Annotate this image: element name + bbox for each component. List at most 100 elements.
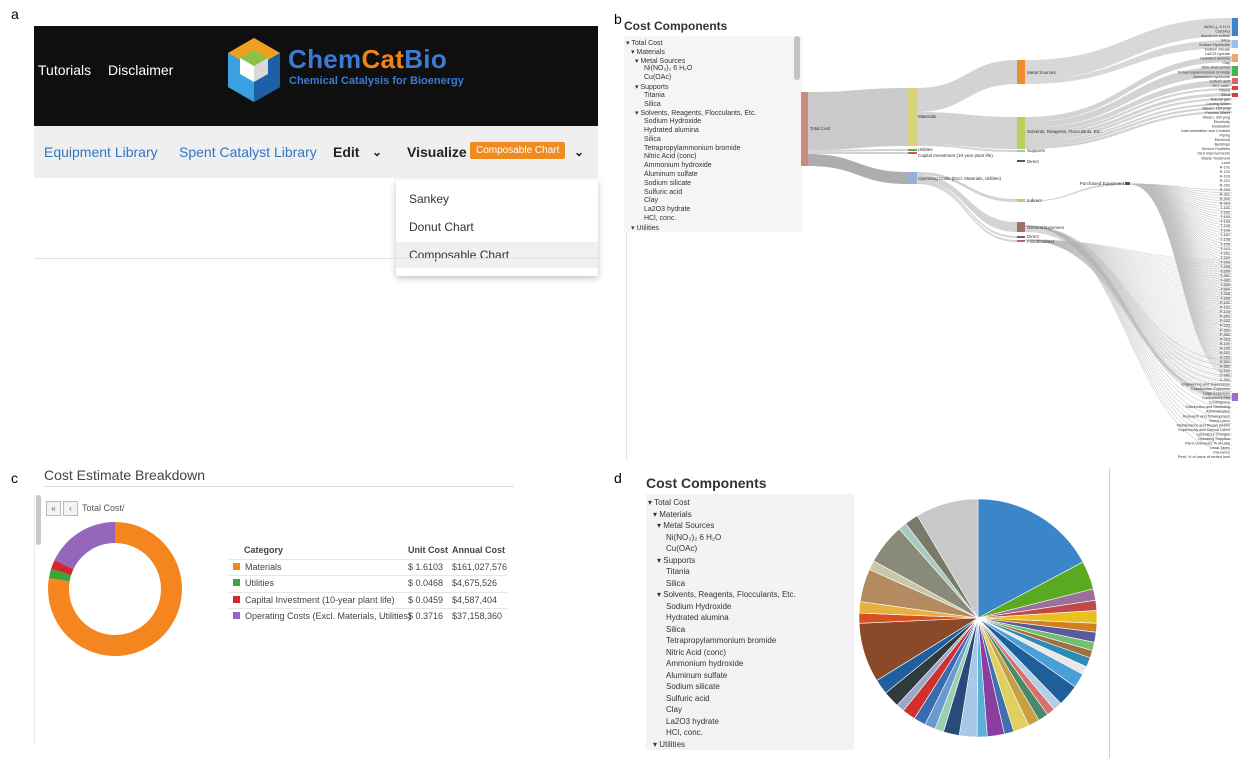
tree-item[interactable]: Tetrapropylammonium bromide [644, 145, 740, 152]
scrollbar[interactable] [36, 495, 41, 545]
sankey-label: Piping [1219, 134, 1230, 138]
tree-item[interactable]: Ammonium hydroxide [644, 162, 712, 169]
divider [34, 258, 598, 259]
tree-item[interactable]: Titania [644, 92, 665, 99]
total-cost-node[interactable] [801, 92, 808, 166]
tree-item[interactable]: HCl, conc. [644, 215, 676, 222]
sankey-leaf-node[interactable] [1232, 393, 1238, 401]
chevron-down-icon[interactable]: ⌄ [574, 145, 584, 159]
tree-item[interactable]: ▾ Solvents, Reagents, Flocculants, Etc. [657, 590, 796, 599]
pie-slice[interactable] [54, 522, 115, 570]
tree-item[interactable]: Sodium silicate [644, 180, 691, 187]
sankey-label: H-202 [1220, 355, 1230, 359]
tree-item[interactable]: Cu(OAc) [644, 74, 671, 81]
sankey-leaf-node[interactable] [1232, 40, 1238, 48]
sankey-label: P-102 [1220, 306, 1230, 310]
disclaimer-link[interactable]: Disclaimer [108, 62, 173, 78]
tree-item[interactable]: ▾ Supports [635, 83, 668, 91]
tree-item[interactable]: Sulfuric acid [666, 694, 710, 703]
tree-item[interactable]: Tetrapropylammonium bromide [666, 636, 776, 645]
fixed-node[interactable] [1017, 240, 1025, 242]
tree-item[interactable]: Hydrated alumina [644, 127, 699, 134]
dropdown-item-composable[interactable]: Composable Chart [396, 242, 598, 268]
tree-item[interactable]: Ni(NO₃)₂ 6 H₂O [666, 533, 721, 542]
tree-item[interactable]: Nitric Acid (conc) [666, 648, 726, 657]
sankey-leaf-node[interactable] [1232, 66, 1238, 76]
chevron-down-icon[interactable]: ⌄ [372, 145, 382, 159]
indirect-node[interactable] [1017, 199, 1025, 202]
sankey-label: R-103 [1220, 174, 1230, 178]
tree-item[interactable]: Clay [644, 197, 658, 204]
dropdown-item-sankey[interactable]: Sankey [396, 186, 598, 212]
tree-item[interactable]: Silica [644, 101, 661, 108]
tree-item[interactable]: ▾ Utilities [631, 224, 659, 232]
sankey-label: P-202 [1220, 319, 1230, 323]
visualize-menu[interactable]: Visualize [407, 144, 467, 160]
sankey-link [808, 154, 908, 184]
tree-item[interactable]: Silica [644, 136, 661, 143]
tree-item[interactable]: Sulfuric acid [644, 189, 682, 196]
unit-cost-cell: $ 0.3716 [408, 611, 444, 621]
tree-item[interactable]: ▾ Supports [657, 556, 695, 565]
tree-item[interactable]: Cu(OAc) [666, 544, 697, 553]
tree-item[interactable]: Aluminum sulfate [666, 671, 727, 680]
divider [626, 232, 627, 460]
tree-item[interactable]: Silica [666, 579, 685, 588]
legend-swatch [233, 596, 240, 603]
tree-item[interactable]: Titania [666, 567, 690, 576]
tree-item[interactable]: Sodium Hydroxide [666, 602, 731, 611]
tree-item[interactable]: ▾ Metal Sources [657, 521, 714, 530]
tree-item[interactable]: Silica [666, 625, 685, 634]
purchased-equipment-node[interactable] [1125, 182, 1130, 185]
sankey-leaf-node[interactable] [1232, 86, 1238, 90]
tree-item[interactable]: La2O3 hydrate [666, 717, 719, 726]
tree-item[interactable]: ▾ Materials [631, 48, 665, 56]
tree-item[interactable]: Sodium silicate [666, 682, 720, 691]
sankey-label: H-302 [1220, 364, 1230, 368]
tree-item[interactable]: Hydrated alumina [666, 613, 729, 622]
materials-node[interactable] [908, 88, 917, 146]
edit-menu[interactable]: Edit [333, 144, 359, 160]
sankey-label: Steam, 300 psig [1203, 116, 1230, 120]
breadcrumb: Total Cost/ [82, 503, 125, 513]
tree-item[interactable]: Nitric Acid (conc) [644, 153, 697, 160]
tree-item[interactable]: HCl, conc. [666, 728, 703, 737]
metal-sources-node[interactable] [1017, 60, 1025, 84]
tree-item[interactable]: ▾ Solvents, Reagents, Flocculants, Etc. [635, 109, 756, 117]
solvents-node[interactable] [1017, 117, 1025, 149]
annual-cost-cell: $4,587,404 [452, 595, 498, 605]
first-level-button[interactable]: « [46, 501, 61, 516]
spent-catalyst-library-link[interactable]: Spent Catalyst Library [179, 144, 317, 160]
equipment-library-link[interactable]: Equipment Library [44, 144, 158, 160]
tree-item[interactable]: Aluminum sulfate [644, 171, 698, 178]
tree-item[interactable]: ▾ Total Cost [648, 498, 690, 507]
chemcatbio-logo-icon[interactable] [224, 36, 284, 104]
sankey-label: Construction Expenses [1191, 387, 1230, 391]
tree-item[interactable]: Ni(NO₃)₂ 6 H₂O [644, 65, 692, 72]
back-button[interactable]: ‹ [63, 501, 78, 516]
direct-node[interactable] [1017, 236, 1025, 238]
sankey-label: C-201 [1220, 374, 1230, 378]
tree-item[interactable]: La2O3 hydrate [644, 206, 690, 213]
sankey-leaf-node[interactable] [1232, 93, 1238, 97]
dropdown-item-donut[interactable]: Donut Chart [396, 214, 598, 240]
annual-cost-header: Annual Cost [452, 545, 505, 555]
general-expenses-node[interactable] [1017, 222, 1025, 232]
utilities-node[interactable] [908, 149, 917, 151]
sankey-leaf-node[interactable] [1232, 78, 1238, 84]
capital-node[interactable] [908, 152, 917, 154]
supports-node[interactable] [1017, 150, 1025, 152]
sankey-leaf-node[interactable] [1232, 18, 1238, 36]
tree-item[interactable]: Clay [666, 705, 682, 714]
sankey-label: Indirect [1027, 198, 1043, 203]
tree-item[interactable]: ▾ Materials [653, 510, 692, 519]
tree-item[interactable]: ▾ Metal Sources [635, 57, 685, 65]
tree-item[interactable]: ▾ Utilities [653, 740, 685, 749]
tutorials-link[interactable]: Tutorials [38, 62, 91, 78]
operating-node[interactable] [908, 172, 917, 184]
sankey-leaf-node[interactable] [1232, 54, 1238, 62]
direct-node[interactable] [1017, 160, 1025, 162]
tree-item[interactable]: Ammonium hydroxide [666, 659, 743, 668]
tree-item[interactable]: Sodium Hydroxide [644, 118, 701, 125]
tree-item[interactable]: ▾ Total Cost [626, 39, 662, 47]
